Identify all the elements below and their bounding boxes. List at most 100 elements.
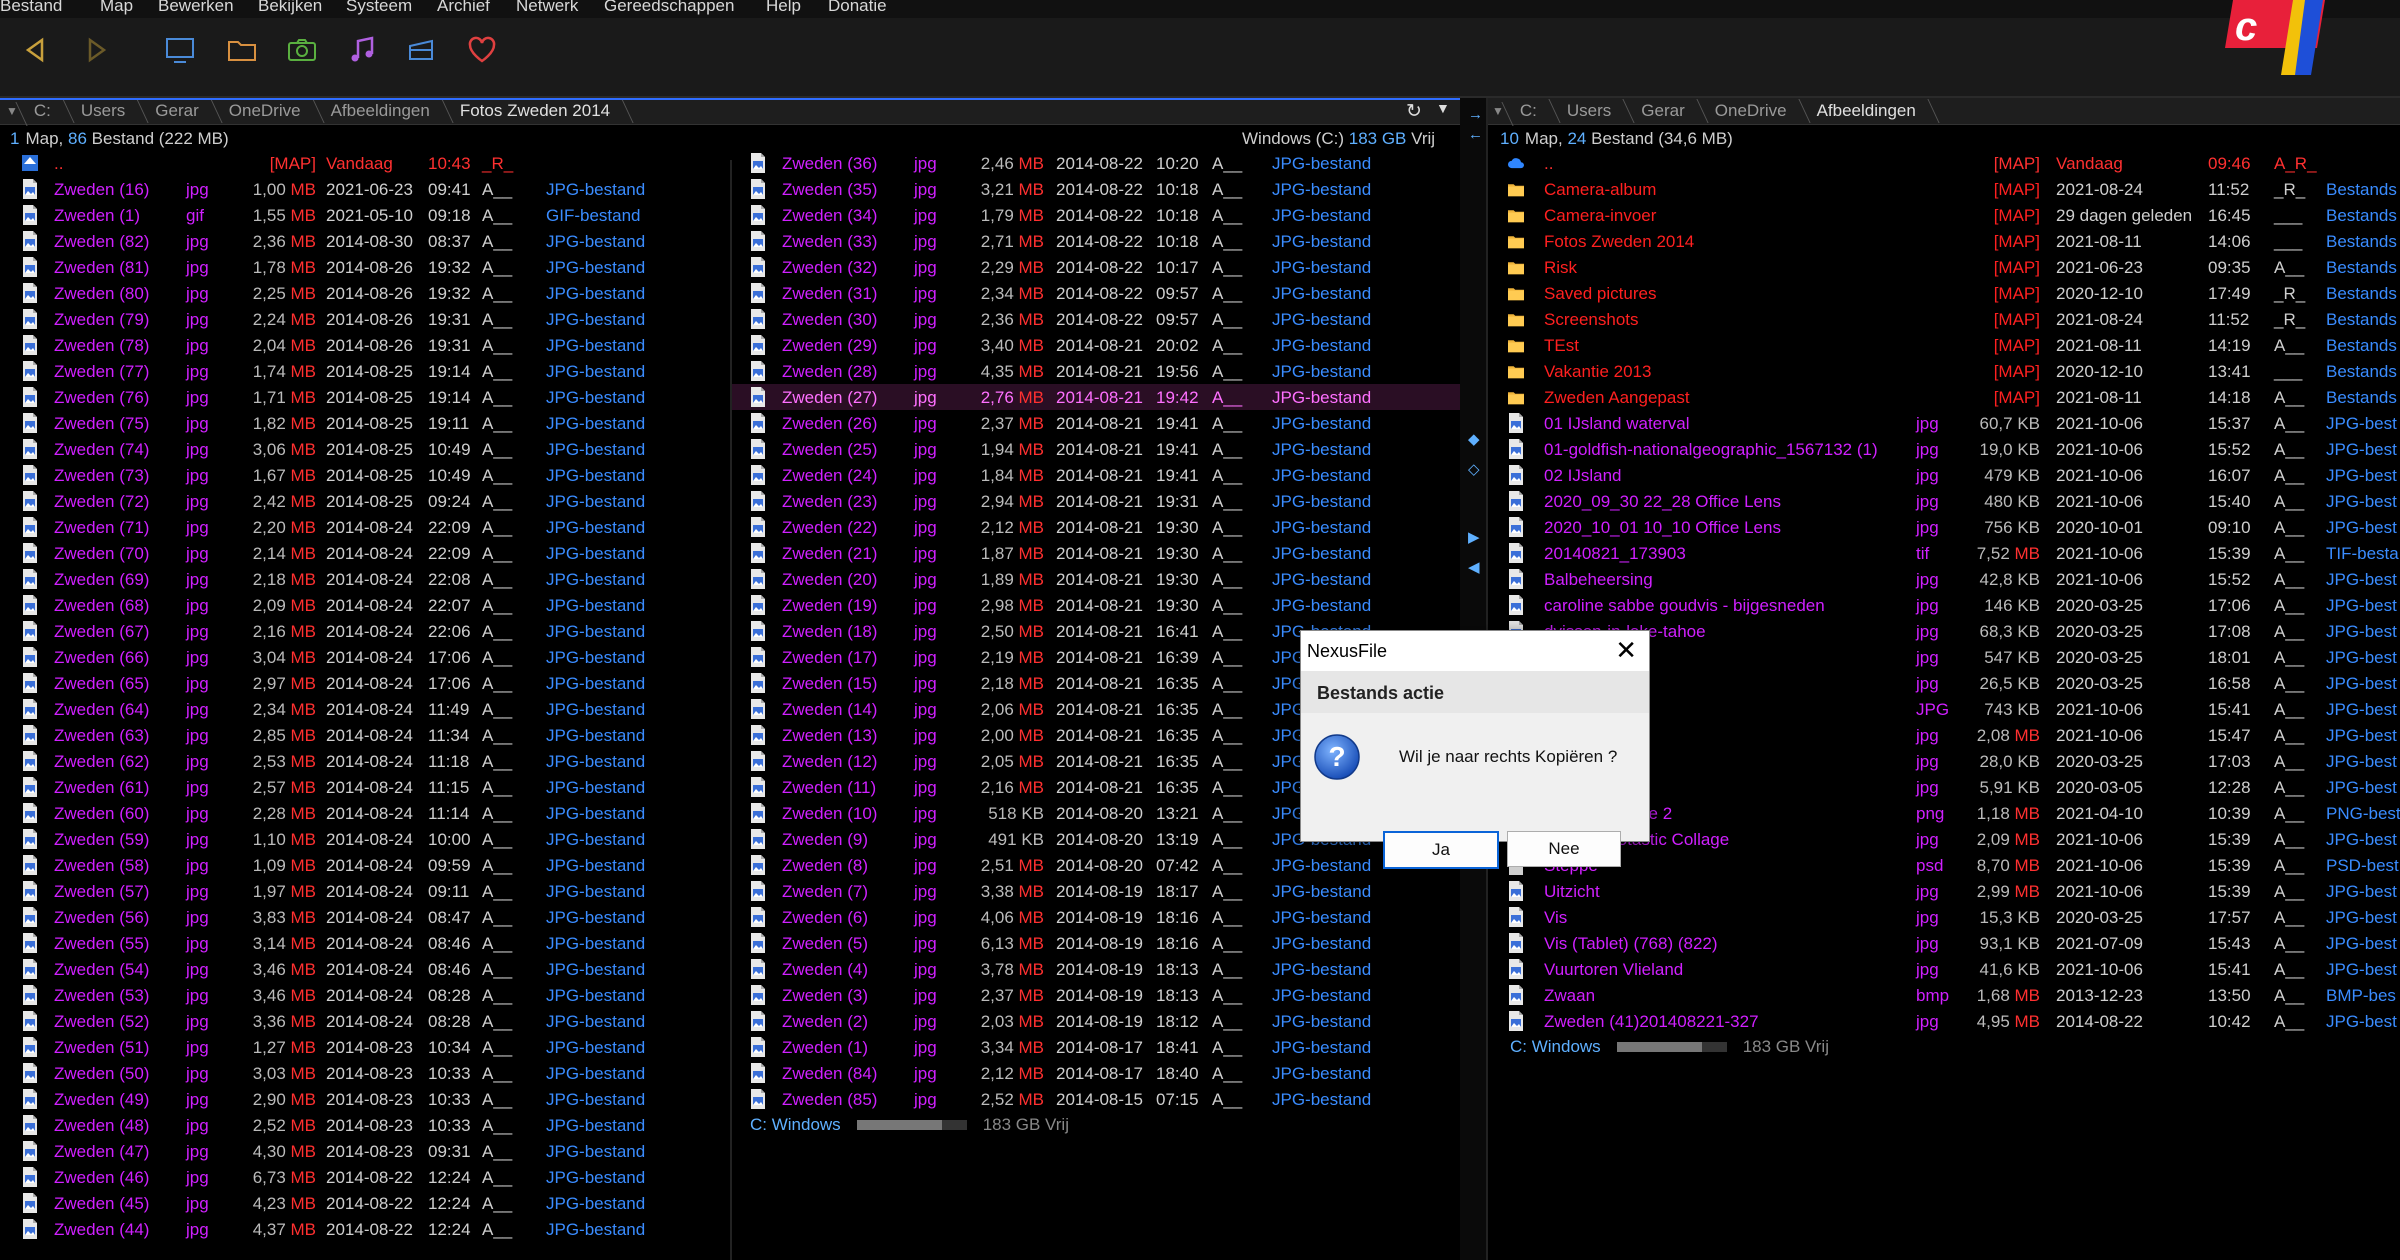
left-file-list-col1[interactable]: .. [MAP] Vandaag 10:43 _R_ Zweden (16) jpg 1,00… — [0, 154, 730, 1260]
menu-item[interactable]: Donatie — [828, 0, 887, 16]
file-row[interactable]: Zweden (44) jpg 4,37 MB 2014-08-22 12:24 A__ J… — [0, 1216, 730, 1242]
file-row[interactable]: 01-goldfish-nationalgeographic_1567132 (… — [1490, 436, 2400, 462]
folder-row[interactable]: Zweden Aangepast [MAP] 2021-08-11 14:18 A__ B… — [1490, 384, 2400, 410]
chevron-down-icon[interactable]: ▼ — [1436, 100, 1450, 116]
file-row[interactable]: caroline sabbe goudvis - bijgesneden jpg 1… — [1490, 592, 2400, 618]
file-row[interactable]: Zweden (70) jpg 2,14 MB 2014-08-24 22:09 A__ J… — [0, 540, 730, 566]
folder-button[interactable] — [224, 34, 260, 70]
copy-right-icon[interactable]: → — [1468, 106, 1483, 123]
file-row[interactable]: Zweden (33) jpg 2,71 MB 2014-08-22 10:18 A__ J… — [732, 228, 1460, 254]
file-row[interactable]: Zweden (64) jpg 2,34 MB 2014-08-24 11:49 A__ J… — [0, 696, 730, 722]
file-row[interactable]: Zweden (78) jpg 2,04 MB 2014-08-26 19:31 A__ J… — [0, 332, 730, 358]
breadcrumb-item[interactable]: Afbeeldingen — [321, 101, 450, 121]
breadcrumb-item[interactable]: Fotos Zweden 2014 — [450, 101, 630, 121]
file-row[interactable]: Zweden (36) jpg 2,46 MB 2014-08-22 10:20 A__ J… — [732, 150, 1460, 176]
file-row[interactable]: Zweden (82) jpg 2,36 MB 2014-08-30 08:37 A__ J… — [0, 228, 730, 254]
file-row[interactable]: Zweden (19) jpg 2,98 MB 2014-08-21 19:30 A__ J… — [732, 592, 1460, 618]
menu-item[interactable]: Help — [766, 0, 801, 16]
file-row[interactable]: Zweden (45) jpg 4,23 MB 2014-08-22 12:24 A__ J… — [0, 1190, 730, 1216]
file-row[interactable]: Zweden (85) jpg 2,52 MB 2014-08-15 07:15 A__ J… — [732, 1086, 1460, 1112]
file-row[interactable]: Zweden (52) jpg 3,36 MB 2014-08-24 08:28 A__ J… — [0, 1008, 730, 1034]
parent-folder-row[interactable]: .. [MAP] Vandaag 09:46 A_R_ — [1490, 150, 2400, 176]
file-row[interactable]: Zweden (7) jpg 3,38 MB 2014-08-19 18:17 A__ JP… — [732, 878, 1460, 904]
file-row[interactable]: Zweden (30) jpg 2,36 MB 2014-08-22 09:57 A__ J… — [732, 306, 1460, 332]
file-row[interactable]: Uitzicht jpg 2,99 MB 2021-10-06 15:39 A__ JPG-… — [1490, 878, 2400, 904]
chevron-down-icon[interactable]: ▼ — [1486, 104, 1510, 118]
file-row[interactable]: Zweden (16) jpg 1,00 MB 2021-06-23 09:41 A__ J… — [0, 176, 730, 202]
breadcrumb-item[interactable]: C: — [24, 101, 71, 121]
file-row[interactable]: Zweden (69) jpg 2,18 MB 2014-08-24 22:08 A__ J… — [0, 566, 730, 592]
breadcrumb-item[interactable]: OneDrive — [1705, 101, 1807, 121]
file-row[interactable]: Zweden (72) jpg 2,42 MB 2014-08-25 09:24 A__ J… — [0, 488, 730, 514]
breadcrumb-item[interactable]: Gerar — [145, 101, 218, 121]
file-row[interactable]: Zwaan bmp 1,68 MB 2013-12-23 13:50 A__ BMP-bes — [1490, 982, 2400, 1008]
parent-folder-row[interactable]: .. [MAP] Vandaag 10:43 _R_ — [0, 150, 730, 176]
file-row[interactable]: Zweden (46) jpg 6,73 MB 2014-08-22 12:24 A__ J… — [0, 1164, 730, 1190]
file-row[interactable]: 02 IJsland jpg 479 KB 2021-10-06 16:07 A__ JPG… — [1490, 462, 2400, 488]
file-row[interactable]: Zweden (6) jpg 4,06 MB 2014-08-19 18:16 A__ JP… — [732, 904, 1460, 930]
file-row[interactable]: Zweden (53) jpg 3,46 MB 2014-08-24 08:28 A__ J… — [0, 982, 730, 1008]
breadcrumb-item[interactable]: Users — [71, 101, 145, 121]
file-row[interactable]: Zweden (74) jpg 3,06 MB 2014-08-25 10:49 A__ J… — [0, 436, 730, 462]
copy-left-icon[interactable]: ← — [1468, 126, 1483, 143]
file-row[interactable]: Zweden (26) jpg 2,37 MB 2014-08-21 19:41 A__ J… — [732, 410, 1460, 436]
monitor-button[interactable] — [162, 34, 198, 70]
file-row[interactable]: Zweden (27) jpg 2,76 MB 2014-08-21 19:42 A__ J… — [732, 384, 1460, 410]
file-row[interactable]: Zweden (51) jpg 1,27 MB 2014-08-23 10:34 A__ J… — [0, 1034, 730, 1060]
music-button[interactable] — [344, 34, 380, 70]
file-row[interactable]: Zweden (63) jpg 2,85 MB 2014-08-24 11:34 A__ J… — [0, 722, 730, 748]
file-row[interactable]: Zweden (1) gif 1,55 MB 2021-05-10 09:18 A__ GI… — [0, 202, 730, 228]
menu-item[interactable]: Bestand — [0, 0, 62, 16]
file-row[interactable]: Zweden (8) jpg 2,51 MB 2014-08-20 07:42 A__ JP… — [732, 852, 1460, 878]
file-row[interactable]: Zweden (73) jpg 1,67 MB 2014-08-25 10:49 A__ J… — [0, 462, 730, 488]
file-row[interactable]: Zweden (20) jpg 1,89 MB 2014-08-21 19:30 A__ J… — [732, 566, 1460, 592]
file-row[interactable]: Zweden (21) jpg 1,87 MB 2014-08-21 19:30 A__ J… — [732, 540, 1460, 566]
file-row[interactable]: Zweden (35) jpg 3,21 MB 2014-08-22 10:18 A__ J… — [732, 176, 1460, 202]
menu-item[interactable]: Archief — [437, 0, 490, 16]
file-row[interactable]: Balbeheersing jpg 42,8 KB 2021-10-06 15:52 A_… — [1490, 566, 2400, 592]
file-row[interactable]: Zweden (68) jpg 2,09 MB 2014-08-24 22:07 A__ J… — [0, 592, 730, 618]
file-row[interactable]: Zweden (48) jpg 2,52 MB 2014-08-23 10:33 A__ J… — [0, 1112, 730, 1138]
close-icon[interactable]: ✕ — [1615, 635, 1637, 666]
menu-item[interactable]: Gereedschappen — [604, 0, 734, 16]
file-row[interactable]: Vis jpg 15,3 KB 2020-03-25 17:57 A__ JPG-best — [1490, 904, 2400, 930]
file-row[interactable]: Zweden (77) jpg 1,74 MB 2014-08-25 19:14 A__ J… — [0, 358, 730, 384]
file-row[interactable]: 2020_09_30 22_28 Office Lens jpg 480 KB 202… — [1490, 488, 2400, 514]
yes-button[interactable]: Ja — [1383, 831, 1499, 869]
file-row[interactable]: Zweden (29) jpg 3,40 MB 2014-08-21 20:02 A__ J… — [732, 332, 1460, 358]
folder-row[interactable]: TEst [MAP] 2021-08-11 14:19 A__ Bestands — [1490, 332, 2400, 358]
file-row[interactable]: Zweden (50) jpg 3,03 MB 2014-08-23 10:33 A__ J… — [0, 1060, 730, 1086]
folder-row[interactable]: Camera-invoer [MAP] 29 dagen geleden 16:45 _… — [1490, 202, 2400, 228]
menu-item[interactable]: Bewerken — [158, 0, 234, 16]
diamond-icon[interactable]: ◆ — [1468, 430, 1480, 448]
file-row[interactable]: Zweden (66) jpg 3,04 MB 2014-08-24 17:06 A__ J… — [0, 644, 730, 670]
play-left-icon[interactable]: ◀ — [1468, 558, 1480, 576]
play-right-icon[interactable]: ▶ — [1468, 528, 1480, 546]
refresh-icon[interactable]: ↻ — [1406, 100, 1422, 123]
left-path-bar[interactable]: ▼ C: Users Gerar OneDrive Afbeeldingen Fotos Z… — [0, 98, 1460, 125]
menu-item[interactable]: Systeem — [346, 0, 412, 16]
file-row[interactable]: Zweden (56) jpg 3,83 MB 2014-08-24 08:47 A__ J… — [0, 904, 730, 930]
file-row[interactable]: Steppepsd8,70 MB2021-10-0615:39A__PSD-be… — [1490, 852, 2400, 878]
breadcrumb-item[interactable]: Users — [1557, 101, 1631, 121]
file-row[interactable]: Zweden (55) jpg 3,14 MB 2014-08-24 08:46 A__ J… — [0, 930, 730, 956]
file-row[interactable]: 20140821_173903 tif 7,52 MB 2021-10-06 15:39… — [1490, 540, 2400, 566]
file-row[interactable]: Zweden (59) jpg 1,10 MB 2014-08-24 10:00 A__ J… — [0, 826, 730, 852]
menu-item[interactable]: Map — [100, 0, 133, 16]
file-row[interactable]: Zweden (71) jpg 2,20 MB 2014-08-24 22:09 A__ J… — [0, 514, 730, 540]
file-row[interactable]: Zweden (1) jpg 3,34 MB 2014-08-17 18:41 A__ JP… — [732, 1034, 1460, 1060]
folder-row[interactable]: Fotos Zweden 2014 [MAP] 2021-08-11 14:06 ___… — [1490, 228, 2400, 254]
file-row[interactable]: Zweden (54) jpg 3,46 MB 2014-08-24 08:46 A__ J… — [0, 956, 730, 982]
file-row[interactable]: Zweden (49) jpg 2,90 MB 2014-08-23 10:33 A__ J… — [0, 1086, 730, 1112]
folder-row[interactable]: Camera-album [MAP] 2021-08-24 11:52 _R_ Besta… — [1490, 176, 2400, 202]
file-row[interactable]: Vuurtoren Vlieland jpg 41,6 KB 2021-10-06 15… — [1490, 956, 2400, 982]
file-row[interactable]: 01 IJsland waterval jpg 60,7 KB 2021-10-06 1… — [1490, 410, 2400, 436]
breadcrumb-item[interactable]: Afbeeldingen — [1807, 101, 1936, 121]
drive-name[interactable]: C: Windows — [750, 1115, 841, 1135]
folder-row[interactable]: Saved pictures [MAP] 2020-12-10 17:49 _R_ Bes… — [1490, 280, 2400, 306]
card-button[interactable] — [404, 34, 440, 70]
file-row[interactable]: Zweden (76) jpg 1,71 MB 2014-08-25 19:14 A__ J… — [0, 384, 730, 410]
file-row[interactable]: Zweden (22) jpg 2,12 MB 2014-08-21 19:30 A__ J… — [732, 514, 1460, 540]
camera-button[interactable] — [284, 34, 320, 70]
file-row[interactable]: Zweden (79) jpg 2,24 MB 2014-08-26 19:31 A__ J… — [0, 306, 730, 332]
